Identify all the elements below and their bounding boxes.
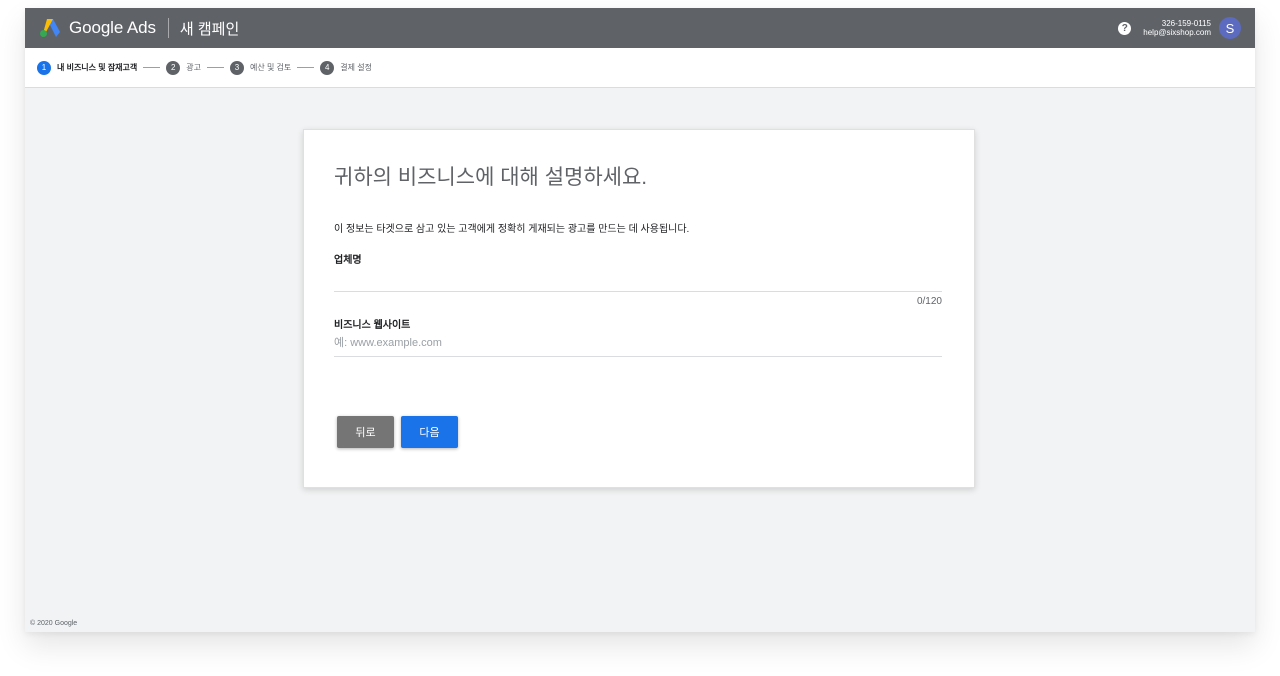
- step-business[interactable]: 1 내 비즈니스 및 잠재고객: [37, 60, 138, 75]
- business-info-card: 귀하의 비즈니스에 대해 설명하세요. 이 정보는 타겟으로 삼고 있는 고객에…: [303, 129, 975, 488]
- step-connector: [143, 67, 161, 68]
- card-title: 귀하의 비즈니스에 대해 설명하세요.: [334, 166, 648, 189]
- campaign-stepper: 1 내 비즈니스 및 잠재고객 2 광고 3 예산 및 검토 4 결제 설정: [25, 48, 1255, 88]
- brand-name[interactable]: Google Ads: [69, 18, 156, 38]
- business-name-underline: [334, 291, 942, 292]
- business-name-input[interactable]: [334, 274, 934, 290]
- step-billing[interactable]: 4 결제 설정: [320, 60, 372, 75]
- app-window: Google Ads 새 캠페인 ? 326-159-0115 help@six…: [25, 8, 1255, 632]
- avatar[interactable]: S: [1219, 17, 1241, 39]
- step-number: 3: [230, 60, 245, 75]
- step-number: 2: [166, 60, 181, 75]
- step-label: 내 비즈니스 및 잠재고객: [57, 63, 138, 72]
- google-ads-logo-icon[interactable]: [39, 18, 61, 38]
- business-name-label: 업체명: [334, 255, 362, 266]
- step-ads[interactable]: 2 광고: [166, 60, 202, 75]
- website-underline: [334, 356, 942, 357]
- header-divider: [167, 18, 169, 38]
- account-info[interactable]: 326-159-0115 help@sixshop.com: [1143, 19, 1211, 37]
- step-label: 결제 설정: [340, 63, 372, 72]
- step-budget[interactable]: 3 예산 및 검토: [230, 60, 292, 75]
- step-connector: [207, 67, 225, 68]
- next-button[interactable]: 다음: [401, 416, 458, 448]
- step-label: 예산 및 검토: [250, 63, 292, 72]
- step-connector: [297, 67, 315, 68]
- footer-copyright: © 2020 Google: [30, 620, 78, 627]
- account-id: 326-159-0115: [1161, 19, 1211, 28]
- character-counter: 0/120: [916, 296, 942, 307]
- help-icon[interactable]: ?: [1118, 21, 1132, 35]
- page-title: 새 캠페인: [179, 20, 240, 38]
- website-label: 비즈니스 웹사이트: [334, 320, 411, 331]
- website-input[interactable]: [334, 335, 934, 351]
- card-description: 이 정보는 타겟으로 삼고 있는 고객에게 정확히 게재되는 광고를 만드는 데…: [334, 224, 690, 235]
- back-button[interactable]: 뒤로: [337, 416, 394, 448]
- account-email: help@sixshop.com: [1143, 28, 1211, 37]
- step-number: 1: [37, 60, 51, 75]
- step-label: 광고: [186, 63, 202, 72]
- top-bar: Google Ads 새 캠페인 ? 326-159-0115 help@six…: [25, 8, 1255, 48]
- step-number: 4: [320, 60, 335, 75]
